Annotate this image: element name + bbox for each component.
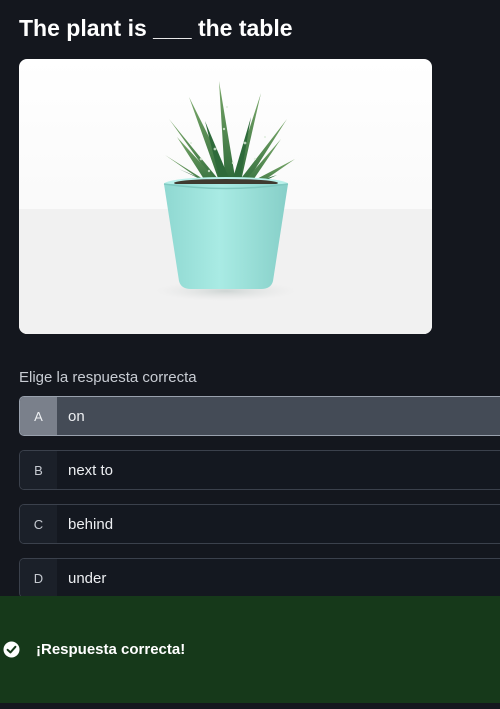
option-label: behind [68, 515, 114, 533]
option-key: C [20, 505, 57, 543]
option-label: next to [68, 461, 114, 479]
answer-option-d[interactable]: D under [19, 558, 500, 598]
answer-option-b[interactable]: B next to [19, 450, 500, 490]
potted-succulent-photo [19, 81, 432, 334]
question-title: The plant is ___ the table [19, 15, 293, 41]
quiz-page: The plant is ___ the table Elige la resp… [0, 0, 500, 709]
check-circle-icon [3, 641, 20, 658]
answer-option-c[interactable]: C behind [19, 504, 500, 544]
feedback-banner: ¡Respuesta correcta! [0, 596, 500, 703]
answer-option-a[interactable]: A on [19, 396, 500, 436]
feedback-message: ¡Respuesta correcta! [36, 641, 186, 658]
answer-prompt: Elige la respuesta correcta [19, 369, 197, 386]
question-image [19, 59, 432, 334]
option-key: B [20, 451, 57, 489]
option-key: A [20, 397, 57, 435]
option-key: D [20, 559, 57, 597]
option-label: under [68, 569, 107, 587]
option-label: on [68, 407, 85, 425]
